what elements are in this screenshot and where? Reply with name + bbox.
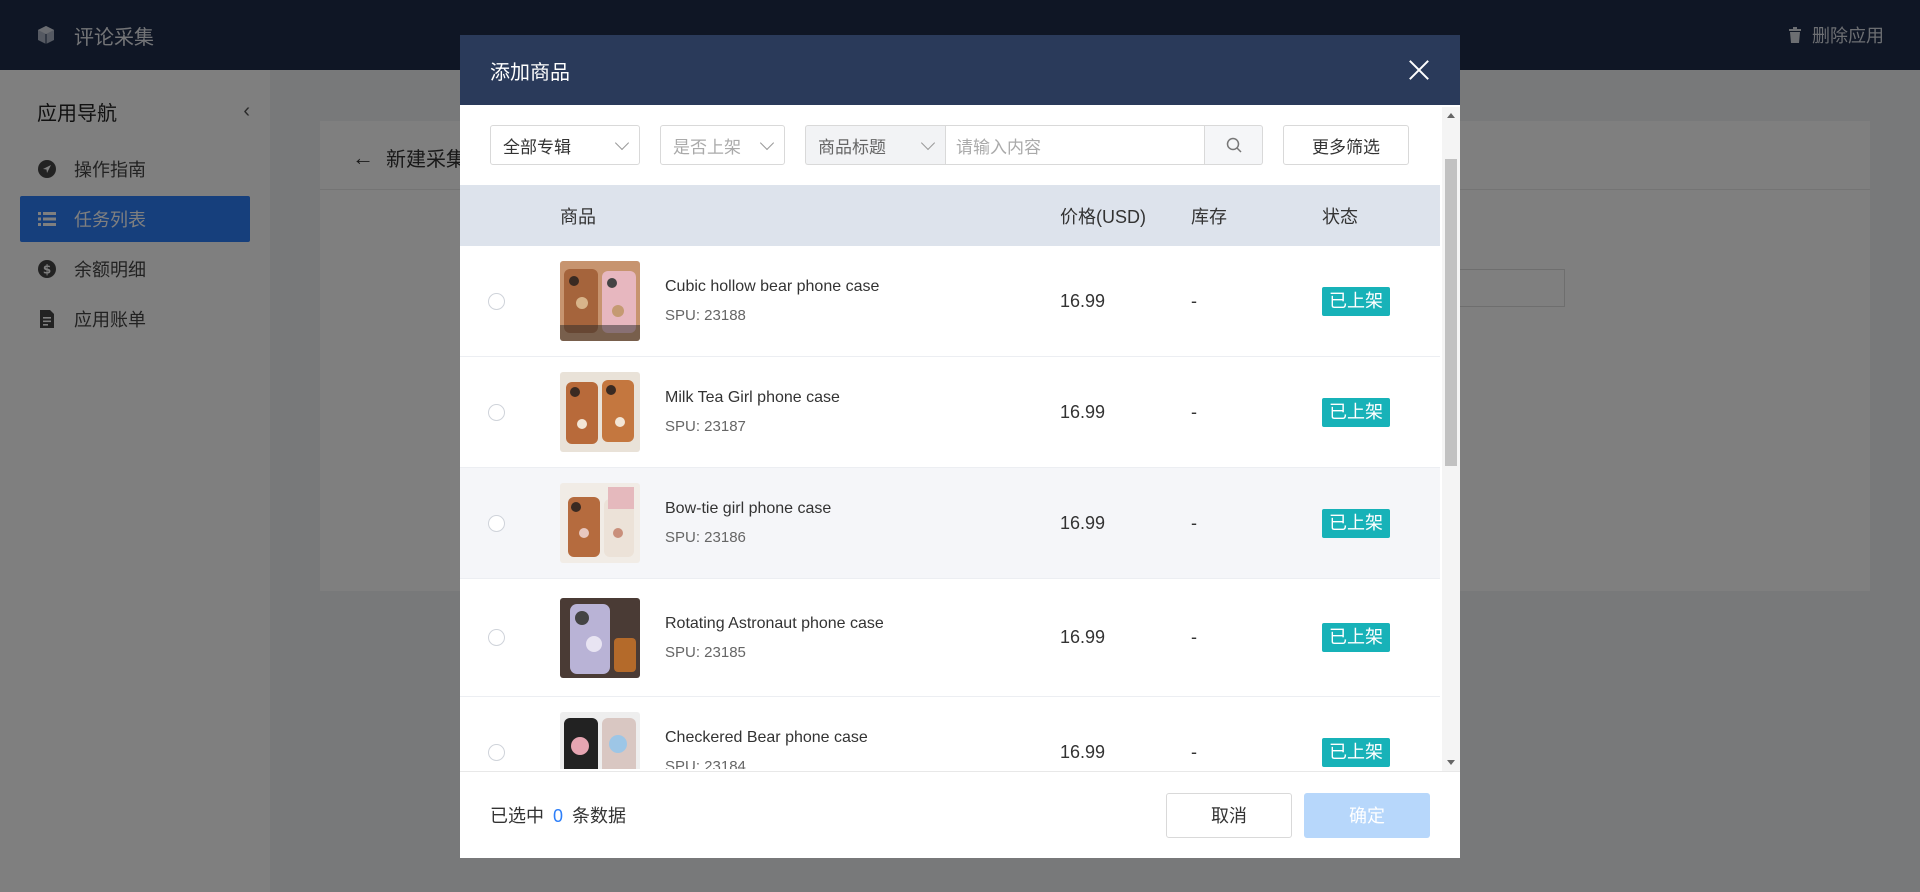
product-thumbnail [560,261,640,341]
modal-title: 添加商品 [490,61,570,84]
chevron-down-icon [759,135,775,150]
status-badge: 已上架 [1322,737,1390,767]
col-product: 商品 [560,206,596,227]
table-row[interactable]: Bow-tie girl phone case SPU: 23186 16.99… [460,468,1440,579]
product-stock: - [1191,627,1197,647]
scroll-up-icon[interactable] [1447,113,1455,118]
col-status: 状态 [1322,206,1358,227]
album-select-value: 全部专辑 [503,137,571,157]
search-button[interactable] [1205,125,1263,165]
product-spu: SPU: 23186 [665,529,746,546]
table-header: 商品 价格(USD) 库存 状态 [460,185,1440,246]
search-field-select[interactable]: 商品标题 [805,125,945,165]
table-row[interactable]: Checkered Bear phone case SPU: 23184 16.… [460,697,1440,769]
status-badge: 已上架 [1322,623,1390,652]
product-stock: - [1191,512,1197,533]
product-spu: SPU: 23188 [665,307,746,324]
product-table: 商品 价格(USD) 库存 状态 Cubic hollow bear phone… [460,185,1440,769]
chevron-down-icon [920,135,936,150]
row-radio[interactable] [488,629,505,646]
selected-prefix: 已选中 [490,806,544,826]
row-radio[interactable] [488,292,505,310]
scroll-down-icon[interactable] [1447,760,1455,765]
col-price: 价格(USD) [1060,206,1146,227]
search-input[interactable]: 请输入内容 [945,125,1205,165]
album-select[interactable]: 全部专辑 [490,125,640,165]
modal-header: 添加商品 [460,35,1460,105]
listed-select-placeholder: 是否上架 [673,137,741,157]
filter-bar: 全部专辑 是否上架 商品标题 请输入内容 更多筛选 [490,125,1409,165]
product-thumbnail [560,597,640,678]
table-row[interactable]: Milk Tea Girl phone case SPU: 23187 16.9… [460,357,1440,468]
product-name: Rotating Astronaut phone case [665,614,884,632]
product-name: Milk Tea Girl phone case [665,389,840,406]
modal-footer: 已选中 0 条数据 取消 确定 [460,771,1460,858]
chevron-down-icon [614,135,630,150]
product-stock: - [1191,290,1197,311]
search-combo: 商品标题 请输入内容 [805,125,1263,165]
product-spu: SPU: 23187 [665,418,746,435]
cancel-button[interactable]: 取消 [1166,792,1292,838]
selected-suffix: 条数据 [572,806,627,826]
product-price: 16.99 [1060,290,1106,311]
row-radio[interactable] [488,403,505,421]
selected-count: 0 [553,806,564,826]
product-stock: - [1191,741,1197,762]
table-scrollbar[interactable] [1442,107,1460,771]
product-name: Cubic hollow bear phone case [665,278,880,295]
table-row[interactable]: Cubic hollow bear phone case SPU: 23188 … [460,246,1440,357]
listed-select[interactable]: 是否上架 [660,125,785,165]
scrollbar-thumb[interactable] [1445,159,1457,466]
row-radio[interactable] [488,514,505,532]
confirm-button[interactable]: 确定 [1304,792,1430,838]
product-price: 16.99 [1060,401,1106,422]
more-filters-label: 更多筛选 [1312,137,1380,157]
product-spu: SPU: 23184 [665,758,746,769]
search-placeholder: 请输入内容 [956,137,1041,157]
selection-summary: 已选中 0 条数据 [490,802,626,828]
product-price: 16.99 [1060,512,1106,533]
product-price: 16.99 [1060,627,1106,647]
product-thumbnail [560,483,640,563]
product-thumbnail [560,372,640,452]
product-price: 16.99 [1060,741,1106,762]
status-badge: 已上架 [1322,286,1390,316]
search-icon [1226,137,1242,153]
close-icon[interactable] [1408,59,1430,81]
more-filters-button[interactable]: 更多筛选 [1283,125,1409,165]
add-product-modal: 添加商品 全部专辑 是否上架 商品标题 请输入内容 更多筛选 商品 价格(USD… [460,35,1460,858]
status-badge: 已上架 [1322,508,1390,538]
product-spu: SPU: 23185 [665,643,746,661]
product-thumbnail [560,712,640,769]
table-row[interactable]: Rotating Astronaut phone case SPU: 23185… [460,579,1440,697]
product-name: Bow-tie girl phone case [665,500,832,517]
col-stock: 库存 [1191,206,1227,227]
product-stock: - [1191,401,1197,422]
status-badge: 已上架 [1322,397,1390,427]
product-name: Checkered Bear phone case [665,729,868,746]
search-field-value: 商品标题 [818,137,886,157]
row-radio[interactable] [488,743,505,761]
